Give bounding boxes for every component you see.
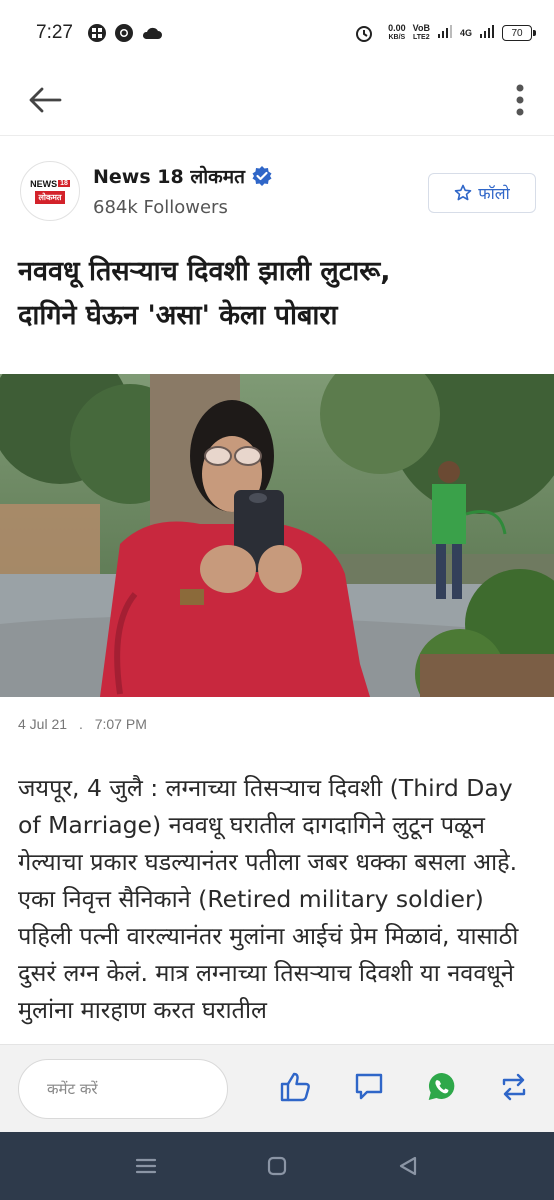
system-navigation-bar: [0, 1132, 554, 1200]
publisher-header: NEWS 18 लोकमत News 18 लोकमत 684k Followe…: [0, 137, 554, 237]
follow-button[interactable]: फॉलो: [428, 173, 536, 213]
status-bar: 7:27 0.00 KB/S VoB LTE2 4G 70: [0, 0, 554, 66]
thumbs-up-icon: [280, 1072, 310, 1102]
alarm-icon: [354, 23, 374, 43]
signal-icon: [437, 23, 453, 44]
logo-text: NEWS: [30, 178, 58, 189]
logo-badge: 18: [58, 180, 70, 187]
menu-lines-icon: [135, 1158, 157, 1174]
volte-top: VoB: [412, 23, 430, 33]
star-icon: [454, 184, 472, 201]
volte-bottom: LTE2: [413, 34, 430, 41]
article-body: जयपूर, 4 जुलै : लग्नाच्या तिसऱ्याच दिवशी…: [18, 774, 519, 1024]
logo-subtitle: लोकमत: [34, 190, 66, 204]
whatsapp-icon: [428, 1072, 455, 1100]
comment-button[interactable]: [352, 1069, 392, 1109]
signal-icon-2: [479, 23, 495, 44]
cloud-icon: [141, 23, 162, 43]
back-button[interactable]: [26, 80, 66, 120]
status-right: 0.00 KB/S VoB LTE2 4G 70: [354, 23, 536, 44]
publisher-logo[interactable]: NEWS 18 लोकमत: [20, 161, 80, 221]
publisher-name[interactable]: News 18 लोकमत: [93, 163, 273, 189]
hero-photo: [0, 374, 554, 697]
headline-line-1: नववधू तिसऱ्याच दिवशी झाली लुटारू,: [18, 256, 391, 287]
article-time: 7:07 PM: [94, 716, 147, 732]
logo-top: NEWS 18: [30, 179, 70, 189]
home-square-icon: [267, 1156, 287, 1176]
recents-button[interactable]: [132, 1152, 160, 1180]
follow-label: फॉलो: [478, 184, 510, 203]
back-arrow-icon: [29, 87, 62, 113]
data-speed-value: 0.00: [388, 23, 406, 33]
data-speed-unit: KB/S: [388, 34, 406, 41]
status-time: 7:27: [36, 22, 73, 43]
meta-separator: .: [78, 716, 83, 732]
comment-placeholder: कमेंट करें: [47, 1080, 98, 1098]
comment-icon: [355, 1073, 383, 1100]
article-hero-image[interactable]: [0, 374, 554, 697]
like-button[interactable]: [278, 1069, 318, 1109]
home-button[interactable]: [263, 1152, 291, 1180]
chrome-icon: [114, 23, 134, 43]
publisher-name-text: News 18 लोकमत: [93, 166, 245, 188]
article-date: 4 Jul 21: [18, 716, 68, 732]
repost-button[interactable]: [496, 1069, 536, 1109]
battery-level: 70: [511, 27, 523, 39]
verified-badge-icon: [252, 166, 272, 186]
data-speed: 0.00 KB/S: [388, 24, 406, 42]
battery-icon: 70: [502, 25, 536, 41]
whatsapp-share-button[interactable]: [424, 1069, 464, 1109]
article-meta: 4 Jul 21 . 7:07 PM: [18, 716, 155, 732]
system-back-button[interactable]: [394, 1152, 422, 1180]
headline-line-2: दागिने घेऊन 'असा' केला पोबारा: [18, 300, 338, 331]
more-vertical-icon: [516, 84, 524, 116]
app-notification-icon: [87, 23, 107, 43]
follower-count: 684k Followers: [93, 197, 228, 218]
more-options-button[interactable]: [510, 78, 530, 122]
volte-indicator: VoB LTE2: [413, 24, 430, 42]
article-headline: नववधू तिसऱ्याच दिवशी झाली लुटारू, दागिने…: [18, 250, 538, 338]
repost-icon: [502, 1073, 526, 1101]
network-type: 4G: [459, 27, 472, 38]
back-triangle-icon: [399, 1156, 417, 1176]
top-nav: [0, 66, 554, 136]
bottom-action-bar: कमेंट करें: [0, 1044, 554, 1132]
comment-input[interactable]: कमेंट करें: [18, 1059, 228, 1119]
